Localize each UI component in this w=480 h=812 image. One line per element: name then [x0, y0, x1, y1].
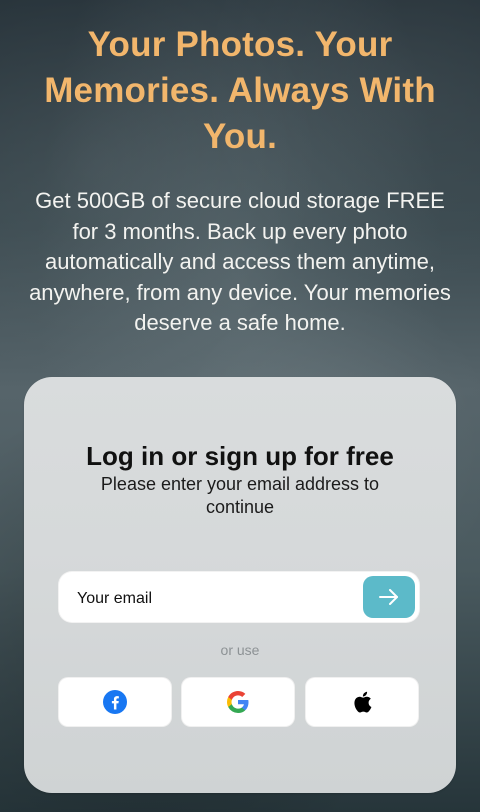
facebook-login-button[interactable] — [58, 677, 172, 727]
continue-button[interactable] — [363, 576, 415, 618]
apple-icon — [351, 690, 373, 714]
auth-card: Log in or sign up for free Please enter … — [24, 377, 456, 793]
social-login-row — [58, 677, 422, 729]
google-icon — [226, 690, 250, 714]
apple-login-button[interactable] — [305, 677, 419, 727]
google-login-button[interactable] — [181, 677, 295, 727]
hero-description: Get 500GB of secure cloud storage FREE f… — [29, 188, 451, 335]
or-use-divider: or use — [220, 642, 260, 658]
facebook-icon — [103, 690, 127, 714]
hero-title: Your Photos. Your Memories. Always With … — [44, 25, 436, 156]
email-field[interactable] — [75, 586, 349, 612]
email-field-container — [58, 571, 420, 623]
auth-subtitle: Please enter your email address to conti… — [100, 474, 380, 517]
hero-section: Your Photos. Your Memories. Always With … — [0, 22, 480, 339]
arrow-right-icon — [379, 589, 399, 605]
auth-title: Log in or sign up for free — [86, 441, 394, 471]
